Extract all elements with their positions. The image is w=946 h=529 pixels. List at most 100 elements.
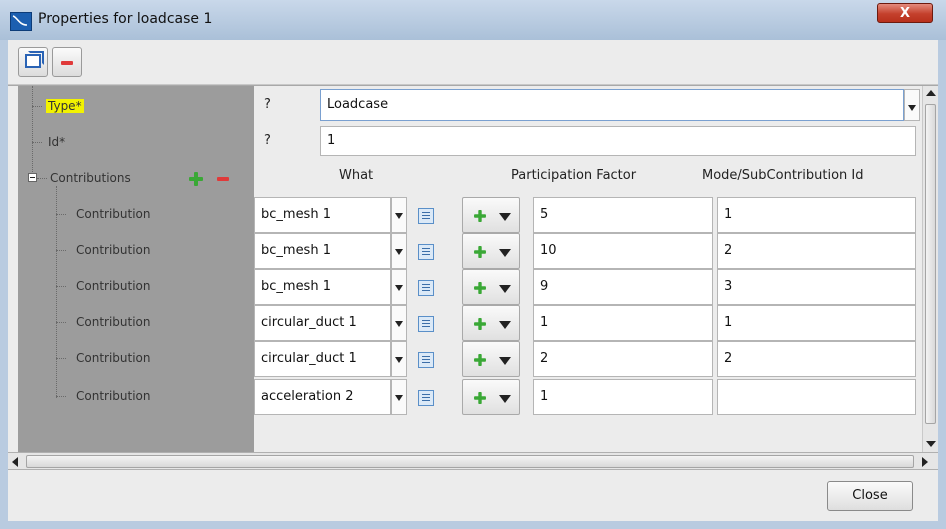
properties-dialog: Properties for loadcase 1 X Type* Id* Co… [0, 0, 946, 529]
property-tree: Type* Id* Contributions Contribution Con… [18, 86, 254, 453]
properties-content: Type* Id* Contributions Contribution Con… [8, 85, 938, 453]
add-dropdown-button[interactable] [462, 197, 520, 233]
participation-factor-field[interactable]: 2 [533, 341, 713, 377]
vertical-scroll-thumb[interactable] [925, 104, 936, 424]
list-icon[interactable] [418, 316, 434, 332]
add-icon [474, 354, 486, 366]
app-icon [10, 12, 32, 31]
dropdown-arrow-icon [499, 321, 511, 329]
id-help-icon[interactable]: ? [264, 133, 271, 148]
add-icon [474, 392, 486, 404]
toolbar [8, 40, 938, 85]
list-icon[interactable] [418, 352, 434, 368]
scroll-up-icon[interactable] [926, 90, 936, 96]
type-dropdown-arrow[interactable] [904, 89, 920, 121]
add-dropdown-button[interactable] [462, 233, 520, 269]
tree-item-type[interactable]: Type* [46, 95, 84, 117]
tree-item-contributions-label: Contributions [50, 171, 131, 185]
collapse-icon[interactable] [28, 173, 37, 182]
type-help-icon[interactable]: ? [264, 97, 271, 112]
mode-id-field[interactable]: 1 [717, 197, 916, 233]
scroll-left-icon[interactable] [12, 457, 18, 467]
add-icon [474, 318, 486, 330]
tree-item-contribution[interactable]: Contribution [76, 385, 151, 407]
participation-factor-field[interactable]: 5 [533, 197, 713, 233]
window-title: Properties for loadcase 1 [38, 11, 213, 27]
horizontal-scroll-thumb[interactable] [26, 455, 914, 468]
mode-id-field[interactable]: 2 [717, 341, 916, 377]
tree-item-contribution[interactable]: Contribution [76, 203, 151, 225]
dropdown-arrow-icon [499, 285, 511, 293]
add-icon [474, 210, 486, 222]
add-icon [474, 282, 486, 294]
dropdown-arrow-icon [499, 213, 511, 221]
dialog-footer: Close [8, 470, 938, 521]
horizontal-scrollbar[interactable] [8, 452, 938, 470]
what-select[interactable]: circular_duct 1 [254, 341, 391, 377]
tree-line [32, 142, 42, 143]
tree-line [37, 178, 47, 179]
remove-contribution-icon[interactable] [217, 177, 229, 181]
mode-id-field[interactable]: 2 [717, 233, 916, 269]
what-select[interactable]: bc_mesh 1 [254, 233, 391, 269]
remove-button[interactable] [52, 47, 82, 77]
property-grid: ? Loadcase ? 1 What Participation Factor… [254, 86, 922, 453]
tree-item-contributions[interactable]: Contributions [50, 167, 131, 189]
add-dropdown-button[interactable] [462, 269, 520, 305]
close-button[interactable]: Close [827, 481, 913, 511]
scroll-right-icon[interactable] [922, 457, 928, 467]
tree-line [32, 86, 33, 182]
list-icon[interactable] [418, 208, 434, 224]
vertical-scrollbar[interactable] [922, 86, 938, 453]
what-select[interactable]: bc_mesh 1 [254, 269, 391, 305]
what-dropdown-arrow[interactable] [391, 379, 407, 415]
tree-line [56, 286, 66, 287]
tree-line [56, 396, 66, 397]
mode-id-field[interactable]: 3 [717, 269, 916, 305]
tree-item-id-label: Id* [48, 135, 66, 149]
list-icon[interactable] [418, 390, 434, 406]
dropdown-arrow-icon [499, 249, 511, 257]
tree-item-contribution[interactable]: Contribution [76, 311, 151, 333]
add-dropdown-button[interactable] [462, 341, 520, 377]
participation-factor-field[interactable]: 9 [533, 269, 713, 305]
window-close-button[interactable]: X [877, 3, 933, 23]
tree-line [56, 250, 66, 251]
tree-item-id[interactable]: Id* [48, 131, 65, 153]
list-icon[interactable] [418, 280, 434, 296]
what-column-header: What [339, 168, 374, 183]
what-select[interactable]: circular_duct 1 [254, 305, 391, 341]
add-contribution-icon[interactable] [189, 172, 203, 186]
tree-line [56, 358, 66, 359]
add-dropdown-button[interactable] [462, 305, 520, 341]
tree-line [56, 186, 57, 398]
title-bar[interactable]: Properties for loadcase 1 X [0, 0, 946, 41]
type-select[interactable]: Loadcase [320, 89, 904, 121]
new-window-button[interactable] [18, 47, 48, 77]
what-select[interactable]: acceleration 2 [254, 379, 391, 415]
participation-column-header: Participation Factor [511, 168, 637, 183]
mode-id-field[interactable] [717, 379, 916, 415]
what-dropdown-arrow[interactable] [391, 197, 407, 233]
what-dropdown-arrow[interactable] [391, 341, 407, 377]
tree-item-contribution[interactable]: Contribution [76, 347, 151, 369]
what-dropdown-arrow[interactable] [391, 305, 407, 341]
participation-factor-field[interactable]: 1 [533, 305, 713, 341]
remove-icon [61, 61, 73, 65]
what-dropdown-arrow[interactable] [391, 233, 407, 269]
tree-line [32, 106, 42, 107]
add-dropdown-button[interactable] [462, 379, 520, 415]
list-icon[interactable] [418, 244, 434, 260]
what-select[interactable]: bc_mesh 1 [254, 197, 391, 233]
add-icon [474, 246, 486, 258]
tree-item-contribution[interactable]: Contribution [76, 275, 151, 297]
scroll-down-icon[interactable] [926, 441, 936, 447]
id-field[interactable]: 1 [320, 126, 916, 156]
what-dropdown-arrow[interactable] [391, 269, 407, 305]
participation-factor-field[interactable]: 10 [533, 233, 713, 269]
mode-column-header: Mode/SubContribution Id [702, 168, 864, 183]
tree-item-contribution[interactable]: Contribution [76, 239, 151, 261]
tree-line [56, 322, 66, 323]
mode-id-field[interactable]: 1 [717, 305, 916, 341]
participation-factor-field[interactable]: 1 [533, 379, 713, 415]
